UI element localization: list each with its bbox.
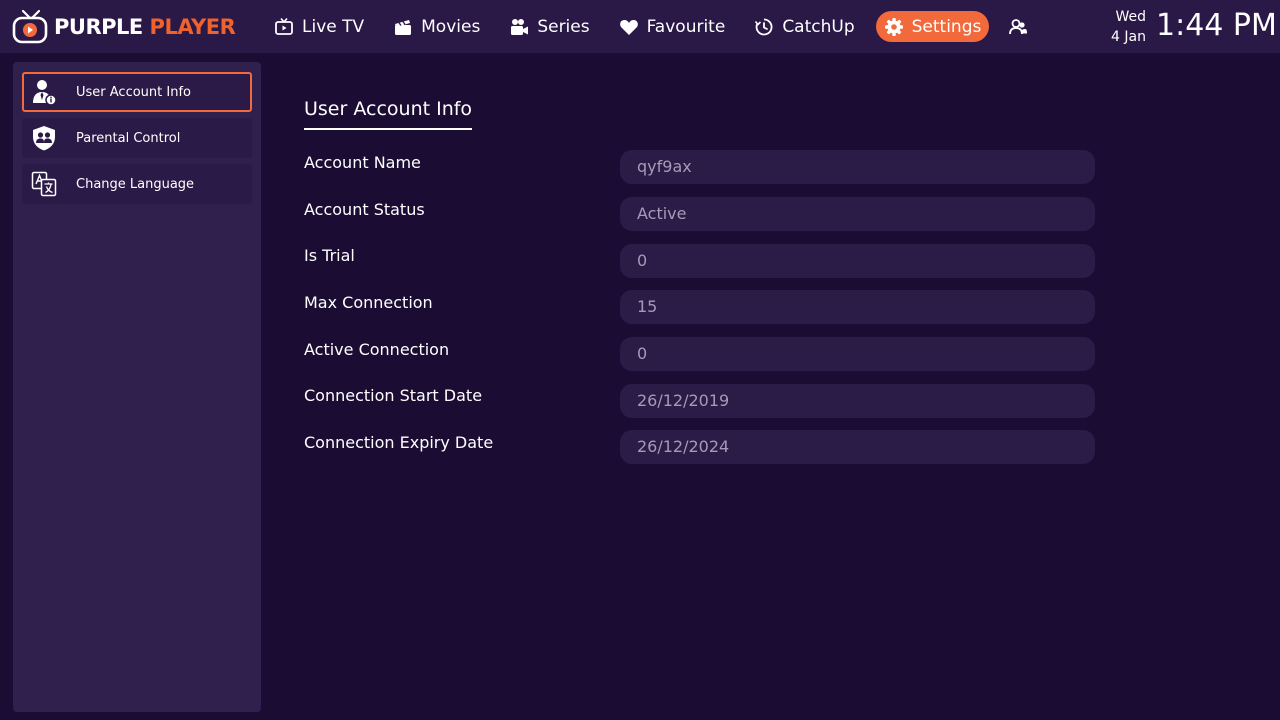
sidebar-item-label: Change Language: [76, 176, 195, 192]
nav-live-tv[interactable]: Live TV: [266, 11, 372, 42]
nav-catchup[interactable]: CatchUp: [746, 11, 862, 42]
date-label: 4 Jan: [1111, 29, 1146, 45]
sidebar-item-change-language[interactable]: Change Language: [22, 164, 252, 204]
field-value-connection-start-date: 26/12/2019: [620, 384, 1095, 418]
translate-icon: [31, 171, 57, 197]
sidebar-item-label: User Account Info: [76, 84, 191, 100]
field-value-account-status: Active: [620, 197, 1095, 231]
field-value-account-name: qyf9ax: [620, 150, 1095, 184]
nav-favourite[interactable]: Favourite: [611, 11, 734, 42]
profile-button[interactable]: [1002, 11, 1034, 42]
top-bar: PURPLE PLAYER Live TV Movies Series Favo…: [0, 0, 1280, 53]
settings-sidebar: User Account Info Parental Control Chang…: [13, 62, 261, 712]
field-label-connection-expiry-date: Connection Expiry Date: [304, 433, 494, 452]
nav-label: Live TV: [302, 16, 365, 37]
clapperboard-icon: [395, 19, 412, 35]
field-value-max-connection: 15: [620, 290, 1095, 324]
nav-label: CatchUp: [782, 16, 855, 37]
sidebar-item-label: Parental Control: [76, 130, 181, 146]
nav-label: Movies: [421, 16, 481, 37]
heart-icon: [619, 19, 638, 35]
field-label-is-trial: Is Trial: [304, 246, 355, 265]
users-icon: [1009, 18, 1028, 34]
field-label-account-status: Account Status: [304, 200, 425, 219]
field-value-active-connection: 0: [620, 337, 1095, 371]
field-label-account-name: Account Name: [304, 153, 421, 172]
main-nav: Live TV Movies Series Favourite CatchUp …: [266, 11, 1034, 42]
nav-label: Favourite: [646, 16, 726, 37]
app-name: PURPLE PLAYER: [54, 14, 236, 39]
page-title: User Account Info: [304, 96, 473, 130]
date-display: Wed 4 Jan: [1100, 7, 1146, 47]
logo-word-accent: PLAYER: [149, 14, 236, 39]
field-label-max-connection: Max Connection: [304, 293, 433, 312]
nav-movies[interactable]: Movies: [385, 11, 488, 42]
tv-icon: [275, 17, 293, 35]
gear-icon: [884, 17, 903, 36]
field-value-is-trial: 0: [620, 244, 1095, 278]
tv-logo-icon: [12, 9, 48, 44]
nav-label: Series: [537, 16, 590, 37]
nav-settings[interactable]: Settings: [875, 11, 990, 42]
app-logo: PURPLE PLAYER: [12, 8, 236, 46]
clock: 1:44 PM: [1156, 8, 1277, 43]
nav-label: Settings: [911, 16, 982, 37]
user-info-icon: [33, 80, 57, 106]
field-label-connection-start-date: Connection Start Date: [304, 386, 483, 405]
shield-users-icon: [33, 126, 55, 151]
clock-history-icon: [755, 18, 773, 35]
logo-word-main: PURPLE: [54, 14, 143, 39]
day-label: Wed: [1115, 9, 1146, 25]
field-value-connection-expiry-date: 26/12/2024: [620, 430, 1095, 464]
nav-series[interactable]: Series: [501, 11, 597, 42]
sidebar-item-user-account-info[interactable]: User Account Info: [22, 72, 252, 112]
sidebar-item-parental-control[interactable]: Parental Control: [22, 118, 252, 158]
field-label-active-connection: Active Connection: [304, 340, 450, 359]
video-camera-icon: [511, 18, 529, 35]
